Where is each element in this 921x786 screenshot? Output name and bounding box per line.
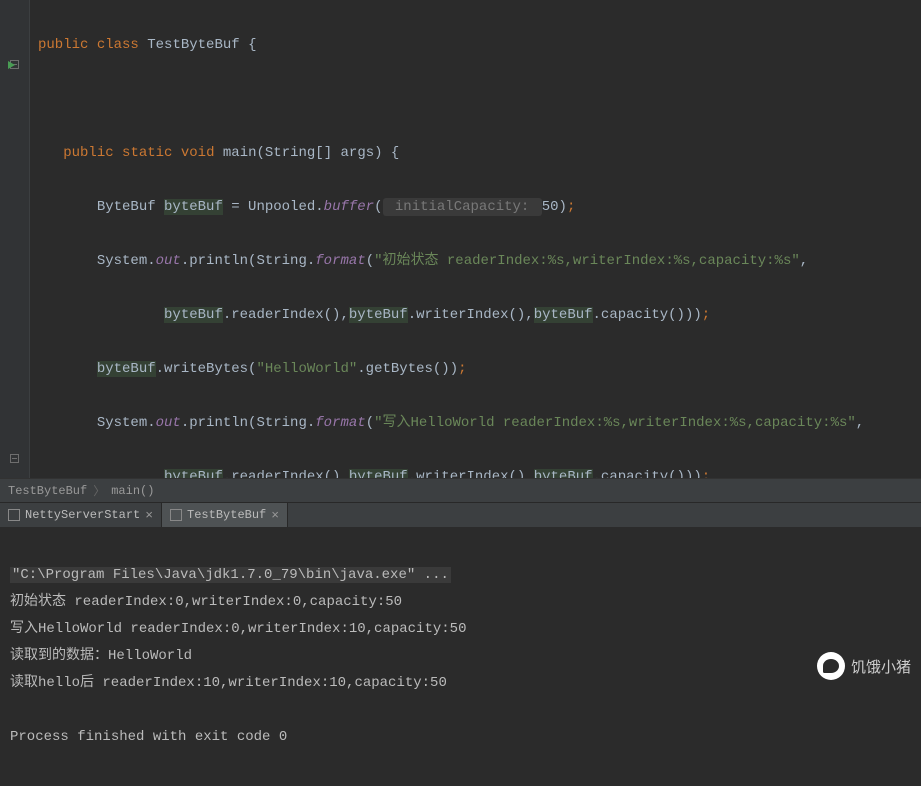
console-line: 读取到的数据：HelloWorld [10, 643, 911, 670]
close-icon[interactable]: × [145, 508, 153, 523]
console-output[interactable]: "C:\Program Files\Java\jdk1.7.0_79\bin\j… [0, 527, 921, 786]
breadcrumb-method[interactable]: main() [111, 484, 154, 498]
fold-icon[interactable] [10, 454, 19, 463]
code-line: public class TestByteBuf { [38, 32, 913, 59]
code-line: System.out.println(String.format("初始状态 r… [38, 248, 913, 275]
close-icon[interactable]: × [271, 508, 279, 523]
watermark-text: 饥饿小猪 [851, 656, 911, 677]
editor-gutter [0, 0, 30, 478]
run-icon[interactable] [8, 61, 15, 69]
console-line: 写入HelloWorld readerIndex:0,writerIndex:1… [10, 616, 911, 643]
console-icon [8, 509, 20, 521]
code-line: public static void main(String[] args) { [38, 140, 913, 167]
wechat-icon [817, 652, 845, 680]
code-line: System.out.println(String.format("写入Hell… [38, 410, 913, 437]
code-editor[interactable]: public class TestByteBuf { public static… [30, 0, 921, 478]
tab-label: NettyServerStart [25, 508, 140, 522]
code-line [38, 86, 913, 113]
console-icon [170, 509, 182, 521]
breadcrumb-class[interactable]: TestByteBuf [8, 484, 87, 498]
tab-netty-server[interactable]: NettyServerStart × [0, 503, 162, 527]
tab-label: TestByteBuf [187, 508, 266, 522]
tab-test-bytebuf[interactable]: TestByteBuf × [162, 503, 288, 527]
console-line: 初始状态 readerIndex:0,writerIndex:0,capacit… [10, 589, 911, 616]
console-command: "C:\Program Files\Java\jdk1.7.0_79\bin\j… [10, 567, 451, 583]
watermark: 饥饿小猪 [817, 652, 911, 680]
editor-area: public class TestByteBuf { public static… [0, 0, 921, 478]
code-line: byteBuf.writeBytes("HelloWorld".getBytes… [38, 356, 913, 383]
breadcrumbs: TestByteBuf 〉 main() [0, 478, 921, 502]
code-line: byteBuf.readerIndex(),byteBuf.writerInde… [38, 464, 913, 478]
code-line: byteBuf.readerIndex(),byteBuf.writerInde… [38, 302, 913, 329]
code-line: ByteBuf byteBuf = Unpooled.buffer( initi… [38, 194, 913, 221]
run-tabs: NettyServerStart × TestByteBuf × [0, 502, 921, 527]
chevron-right-icon: 〉 [93, 482, 105, 499]
console-line: 读取hello后 readerIndex:10,writerIndex:10,c… [10, 670, 911, 697]
console-exit: Process finished with exit code 0 [10, 724, 911, 751]
